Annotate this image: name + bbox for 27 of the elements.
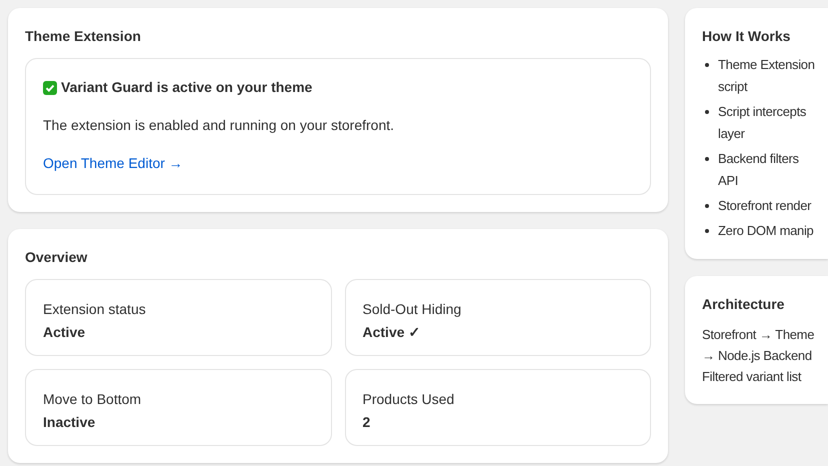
- bullet-icon: [705, 157, 709, 161]
- stat-label: Extension status: [43, 300, 147, 319]
- stat-value: 2: [362, 413, 372, 432]
- open-theme-editor-link[interactable]: Open Theme Editor →: [43, 153, 183, 174]
- bullet-text: Theme Extension script: [717, 56, 815, 96]
- card-title: How It Works: [702, 27, 792, 46]
- status-heading: Variant Guard is active on your theme: [61, 78, 312, 97]
- bullet-text: Zero DOM manip: [717, 222, 814, 240]
- stat-label: Products Used: [362, 390, 456, 409]
- bullet-text: Script intercepts layer: [717, 103, 806, 143]
- stat-label: Move to Bottom: [43, 390, 142, 409]
- bullet-text: Backend filters API: [717, 150, 799, 190]
- stat-value: Active: [43, 323, 86, 342]
- bullet-icon: [705, 204, 709, 208]
- bullet-icon: [705, 110, 709, 114]
- bullet-icon: [705, 229, 709, 233]
- status-description: The extension is enabled and running on your storefront.: [43, 116, 396, 135]
- card-title: Theme Extension: [25, 27, 142, 46]
- card-title: Overview: [25, 248, 88, 267]
- stat-value: Inactive: [43, 413, 96, 432]
- stat-value: Active ✓: [362, 323, 422, 342]
- bullet-icon: [705, 63, 709, 67]
- stat-label: Sold-Out Hiding: [362, 300, 462, 319]
- architecture-text: Storefront → Theme → Node.js Backend Filtered variant list: [702, 326, 816, 386]
- bullet-text: Storefront render: [717, 197, 812, 215]
- card-title: Architecture: [702, 295, 786, 314]
- check-icon: [43, 80, 57, 94]
